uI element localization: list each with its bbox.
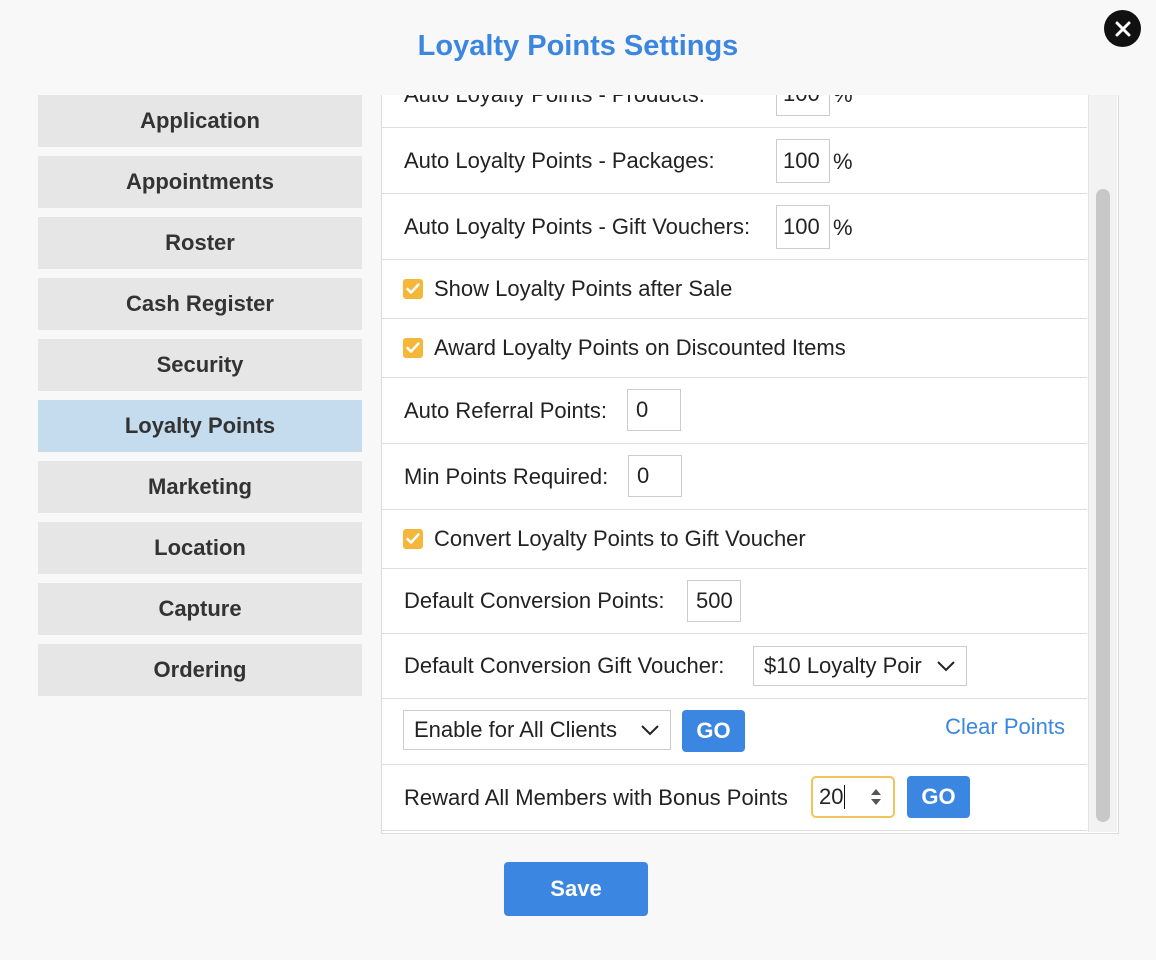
min-points-input[interactable] — [628, 455, 682, 497]
sidebar-item-roster[interactable]: Roster — [38, 217, 362, 269]
select-value: Enable for All Clients — [414, 717, 617, 742]
settings-rows: Auto Loyalty Points - Products: % Auto L… — [382, 95, 1087, 831]
label-conversion-points: Default Conversion Points: — [404, 588, 665, 613]
scrollbar-thumb[interactable] — [1096, 189, 1110, 822]
row-min-points: Min Points Required: — [382, 444, 1087, 510]
percent-sign: % — [833, 149, 853, 174]
enable-clients-select[interactable]: Enable for All Clients — [403, 710, 671, 750]
sidebar-item-location[interactable]: Location — [38, 522, 362, 574]
sidebar-item-label: Appointments — [126, 169, 274, 194]
label-award-discounted: Award Loyalty Points on Discounted Items — [434, 335, 846, 360]
label-bonus-points: Reward All Members with Bonus Points — [404, 784, 788, 810]
show-after-sale-checkbox[interactable] — [403, 279, 423, 299]
sidebar-item-label: Cash Register — [126, 291, 274, 316]
label-conversion-voucher: Default Conversion Gift Voucher: — [404, 653, 725, 678]
page-title: Loyalty Points Settings — [417, 30, 739, 62]
sidebar-item-marketing[interactable]: Marketing — [38, 461, 362, 513]
label-auto-points-products: Auto Loyalty Points - Products: — [404, 95, 705, 108]
sidebar-item-label: Loyalty Points — [124, 413, 276, 438]
sidebar-item-label: Application — [140, 108, 260, 133]
bonus-points-go-button[interactable]: GO — [907, 776, 970, 818]
row-show-after-sale: Show Loyalty Points after Sale — [382, 260, 1087, 319]
row-conversion-points: Default Conversion Points: — [382, 569, 1087, 634]
row-auto-points-gift-vouchers: Auto Loyalty Points - Gift Vouchers: % — [382, 194, 1087, 260]
referral-points-input[interactable] — [627, 389, 681, 431]
chevron-down-icon — [641, 725, 659, 736]
label-min-points: Min Points Required: — [404, 463, 609, 489]
row-auto-points-products: Auto Loyalty Points - Products: % — [382, 95, 1087, 128]
checkmark-icon — [406, 283, 420, 294]
sidebar-item-application[interactable]: Application — [38, 95, 362, 147]
row-auto-points-packages: Auto Loyalty Points - Packages: % — [382, 128, 1087, 194]
sidebar-item-label: Ordering — [153, 657, 247, 682]
row-enable-clients: Enable for All Clients GO Clear Points — [382, 699, 1087, 765]
auto-points-products-input[interactable] — [776, 95, 830, 116]
checkmark-icon — [406, 533, 420, 544]
settings-sidebar: Application Appointments Roster Cash Reg… — [38, 95, 362, 705]
sidebar-item-cash-register[interactable]: Cash Register — [38, 278, 362, 330]
sidebar-item-appointments[interactable]: Appointments — [38, 156, 362, 208]
select-value: $10 Loyalty Poir — [764, 653, 922, 678]
text-caret — [844, 785, 846, 809]
chevron-down-icon — [937, 661, 955, 672]
row-conversion-voucher: Default Conversion Gift Voucher: $10 Loy… — [382, 634, 1087, 699]
percent-sign: % — [833, 95, 853, 108]
sidebar-item-label: Capture — [158, 596, 242, 621]
award-discounted-checkbox[interactable] — [403, 338, 423, 358]
save-button[interactable]: Save — [504, 862, 648, 916]
sidebar-item-security[interactable]: Security — [38, 339, 362, 391]
close-icon — [1115, 21, 1130, 36]
convert-voucher-checkbox[interactable] — [403, 529, 423, 549]
label-auto-points-gift-vouchers: Auto Loyalty Points - Gift Vouchers: — [404, 213, 751, 239]
row-convert-voucher: Convert Loyalty Points to Gift Voucher — [382, 510, 1087, 569]
clear-points-link[interactable]: Clear Points — [945, 714, 1065, 740]
panel-scrollbar[interactable] — [1088, 95, 1117, 832]
sidebar-item-label: Marketing — [148, 474, 252, 499]
auto-points-packages-input[interactable] — [776, 139, 830, 183]
bonus-points-stepper[interactable]: 20 — [811, 776, 895, 818]
sidebar-item-label: Security — [156, 352, 244, 377]
sidebar-item-ordering[interactable]: Ordering — [38, 644, 362, 696]
close-button[interactable] — [1104, 10, 1141, 47]
conversion-voucher-select[interactable]: $10 Loyalty Poir — [753, 646, 967, 686]
sidebar-item-capture[interactable]: Capture — [38, 583, 362, 635]
row-referral-points: Auto Referral Points: — [382, 378, 1087, 444]
sidebar-item-label: Location — [154, 535, 246, 560]
conversion-points-input[interactable] — [687, 580, 741, 622]
settings-panel: Auto Loyalty Points - Products: % Auto L… — [381, 95, 1119, 834]
auto-points-gift-vouchers-input[interactable] — [776, 205, 830, 249]
label-convert-voucher: Convert Loyalty Points to Gift Voucher — [434, 526, 806, 551]
bonus-points-value: 20 — [819, 784, 844, 809]
sidebar-item-loyalty-points[interactable]: Loyalty Points — [38, 400, 362, 452]
row-bonus-points: Reward All Members with Bonus Points 20 … — [382, 765, 1087, 831]
percent-sign: % — [833, 215, 853, 240]
row-award-discounted: Award Loyalty Points on Discounted Items — [382, 319, 1087, 378]
sidebar-item-label: Roster — [165, 230, 235, 255]
enable-clients-go-button[interactable]: GO — [682, 710, 745, 752]
label-referral-points: Auto Referral Points: — [404, 397, 607, 423]
spinner-arrows-icon[interactable] — [869, 787, 883, 807]
label-auto-points-packages: Auto Loyalty Points - Packages: — [404, 147, 715, 173]
checkmark-icon — [406, 342, 420, 353]
label-show-after-sale: Show Loyalty Points after Sale — [434, 276, 733, 301]
